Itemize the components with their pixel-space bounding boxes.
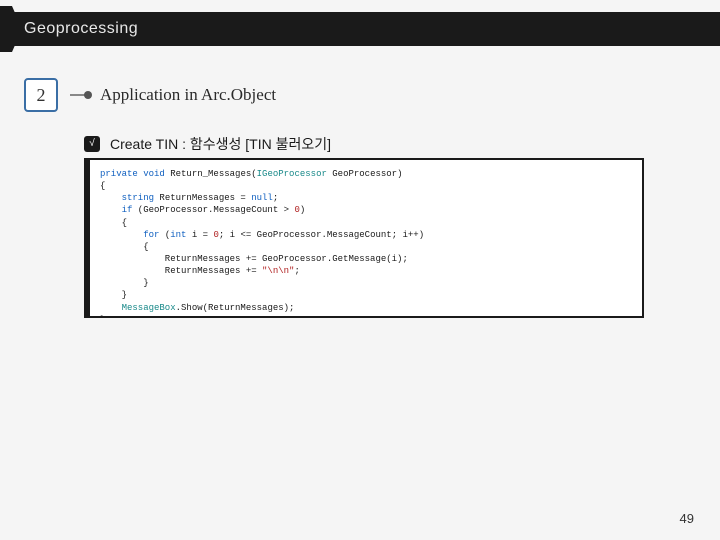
title-text: Geoprocessing bbox=[24, 20, 138, 38]
section-number: 2 bbox=[37, 85, 46, 106]
title-tab-decoration bbox=[0, 6, 12, 52]
connector-line-icon bbox=[70, 94, 88, 96]
subheading-row: √ Create TIN : 함수생성 [TIN 불러오기] bbox=[84, 134, 331, 154]
section-number-badge: 2 bbox=[24, 78, 58, 112]
title-bar: Geoprocessing bbox=[0, 12, 720, 46]
page-number: 49 bbox=[680, 511, 694, 526]
section-header: 2 Application in Arc.Object bbox=[24, 78, 276, 112]
check-icon: √ bbox=[84, 136, 100, 152]
code-block: private void Return_Messages(IGeoProcess… bbox=[100, 168, 632, 318]
subheading-text: Create TIN : 함수생성 [TIN 불러오기] bbox=[110, 134, 331, 154]
section-heading: Application in Arc.Object bbox=[100, 85, 276, 105]
code-panel: private void Return_Messages(IGeoProcess… bbox=[84, 158, 644, 318]
